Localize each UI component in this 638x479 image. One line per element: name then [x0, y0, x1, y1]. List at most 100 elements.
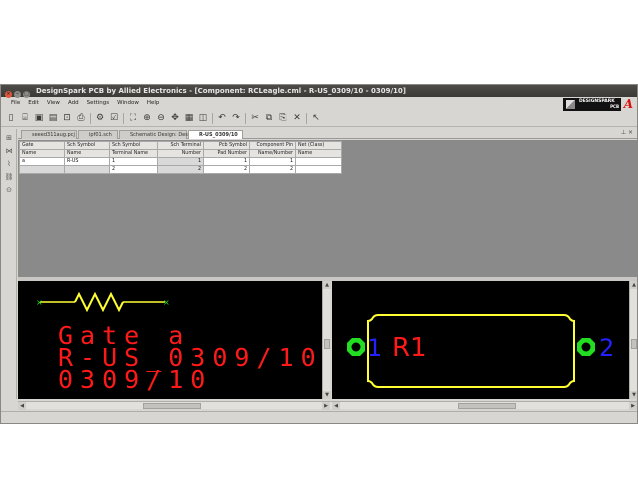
table-cell[interactable]: 2: [109, 165, 158, 174]
menu-window[interactable]: Window: [113, 97, 143, 109]
zoom-icon[interactable]: ⊙: [4, 185, 14, 195]
column-subheader[interactable]: Terminal Name: [109, 149, 158, 158]
column-header[interactable]: Sch Symbol: [109, 141, 158, 150]
menu-view[interactable]: View: [43, 97, 64, 109]
table-cell[interactable]: [295, 157, 342, 166]
open-folder-icon[interactable]: ⌸: [19, 112, 31, 125]
tab-schematic-design[interactable]: Schematic Design: Design1: [119, 130, 199, 139]
new-file-icon[interactable]: ▯: [5, 112, 17, 125]
status-bar: [1, 411, 637, 423]
pcb-footprint-preview[interactable]: 1 2 R1 ▲ ▼: [332, 281, 637, 399]
toolbar-separator: [90, 113, 91, 124]
paste-icon[interactable]: ⎘: [277, 112, 289, 125]
horizontal-scrollbars[interactable]: ◀ ▶ ◀ ▶: [18, 401, 637, 410]
tab-r-us-component[interactable]: R-US_0309/10: [188, 130, 243, 139]
scroll-right-arrow-icon[interactable]: ▶: [322, 402, 330, 410]
table-cell[interactable]: [295, 165, 342, 174]
zoom-in-icon[interactable]: ⊕: [141, 112, 153, 125]
table-cell[interactable]: [64, 165, 110, 174]
pin-grid-area: Gate Sch Symbol Sch Symbol Sch Terminal …: [18, 140, 637, 277]
scroll-up-arrow-icon[interactable]: ▲: [630, 281, 637, 289]
schematic-vertical-scrollbar[interactable]: ▲ ▼: [322, 281, 331, 399]
table-cell[interactable]: 1: [249, 157, 296, 166]
pan-icon[interactable]: ✥: [169, 112, 181, 125]
table-cell[interactable]: [19, 165, 65, 174]
toolbar-separator: [306, 113, 307, 124]
cut-icon[interactable]: ✂: [249, 112, 261, 125]
column-subheader[interactable]: Name/Number: [249, 149, 296, 158]
delete-icon[interactable]: ✕: [291, 112, 303, 125]
menu-edit[interactable]: Edit: [24, 97, 43, 109]
zoom-fit-icon[interactable]: ⛶: [127, 112, 139, 125]
properties-icon[interactable]: ⚙: [94, 112, 106, 125]
footprint-vertical-scrollbar[interactable]: ▲ ▼: [629, 281, 637, 399]
resistor-icon[interactable]: ⌇: [4, 159, 14, 169]
right-pane-scroll-thumb[interactable]: [458, 403, 516, 409]
scroll-thumb[interactable]: [324, 339, 330, 349]
column-header[interactable]: Component Pin: [249, 141, 296, 150]
menu-settings[interactable]: Settings: [83, 97, 114, 109]
close-file-icon[interactable]: ⊡: [61, 112, 73, 125]
copy-icon[interactable]: ⧉: [263, 112, 275, 125]
menu-help[interactable]: Help: [143, 97, 164, 109]
undo-icon[interactable]: ↶: [216, 112, 228, 125]
table-cell[interactable]: 1: [109, 157, 158, 166]
scroll-thumb[interactable]: [631, 339, 637, 349]
scroll-down-arrow-icon[interactable]: ▼: [630, 391, 637, 399]
save-icon[interactable]: ▣: [33, 112, 45, 125]
pcb-footprint-canvas: 1 2 R1: [347, 314, 614, 388]
zoom-out-icon[interactable]: ⊖: [155, 112, 167, 125]
allied-logo-icon: A: [623, 97, 633, 111]
component-icon[interactable]: ⊞: [4, 133, 14, 143]
toolbar-separator: [245, 113, 246, 124]
table-row[interactable]: 2 2 2 2: [19, 165, 342, 174]
scroll-left-arrow-icon[interactable]: ◀: [18, 402, 26, 410]
scroll-up-arrow-icon[interactable]: ▲: [323, 281, 331, 289]
table-cell[interactable]: 1: [157, 157, 204, 166]
pad-2-number: 2: [599, 334, 614, 362]
table-row[interactable]: a R-US 1 1 1 1: [19, 157, 342, 166]
table-cell[interactable]: 1: [203, 157, 250, 166]
save-all-icon[interactable]: ▤: [47, 112, 59, 125]
table-cell[interactable]: 2: [249, 165, 296, 174]
scroll-down-arrow-icon[interactable]: ▼: [323, 391, 331, 399]
table-header-row: Gate Sch Symbol Sch Symbol Sch Terminal …: [19, 141, 342, 150]
column-header[interactable]: Gate: [19, 141, 65, 150]
column-subheader[interactable]: Name: [19, 149, 65, 158]
wire-icon[interactable]: ⋈: [4, 146, 14, 156]
table-cell[interactable]: a: [19, 157, 65, 166]
tab-ipf01-sch[interactable]: ipf01.sch: [78, 130, 118, 139]
print-icon[interactable]: ⎙: [75, 112, 87, 125]
pin-end-marker-left: ×: [36, 298, 43, 307]
layers-icon[interactable]: ◫: [197, 112, 209, 125]
toolbar-separator: [212, 113, 213, 124]
grid-icon[interactable]: ▦: [183, 112, 195, 125]
column-header[interactable]: Pcb Symbol: [203, 141, 250, 150]
left-pane-scroll-thumb[interactable]: [143, 403, 201, 409]
column-header[interactable]: Sch Terminal: [157, 141, 204, 150]
column-subheader[interactable]: Number: [157, 149, 204, 158]
scroll-right-arrow-icon[interactable]: ▶: [629, 402, 637, 410]
column-header[interactable]: Net (Class): [295, 141, 342, 150]
pane-pin-close-icon[interactable]: ⊥ ×: [621, 129, 633, 136]
menu-add[interactable]: Add: [64, 97, 83, 109]
table-cell[interactable]: R-US: [64, 157, 110, 166]
column-subheader[interactable]: Name: [295, 149, 342, 158]
table-cell[interactable]: 2: [203, 165, 250, 174]
column-subheader[interactable]: Name: [64, 149, 110, 158]
column-subheader[interactable]: Pad Number: [203, 149, 250, 158]
checklist-icon[interactable]: ☑: [108, 112, 120, 125]
resistor-zigzag: [74, 291, 124, 313]
scroll-left-arrow-icon[interactable]: ◀: [332, 402, 340, 410]
column-header[interactable]: Sch Symbol: [64, 141, 110, 150]
redo-icon[interactable]: ↷: [230, 112, 242, 125]
window-title: DesignSpark PCB by Allied Electronics - …: [36, 87, 406, 95]
document-tabs: seeed311aug.pcj ipf01.sch Schematic Desi…: [18, 129, 637, 139]
link-icon[interactable]: ⛓: [4, 172, 14, 182]
table-cell[interactable]: 2: [157, 165, 204, 174]
tab-seeed-project[interactable]: seeed311aug.pcj: [21, 130, 77, 139]
menu-file[interactable]: File: [7, 97, 24, 109]
schematic-symbol-preview[interactable]: × × Gate a R-US_0309/10 0309/10 ▲ ▼: [18, 281, 331, 399]
select-icon[interactable]: ↖: [310, 112, 322, 125]
pin-end-marker-right: ×: [163, 298, 170, 307]
